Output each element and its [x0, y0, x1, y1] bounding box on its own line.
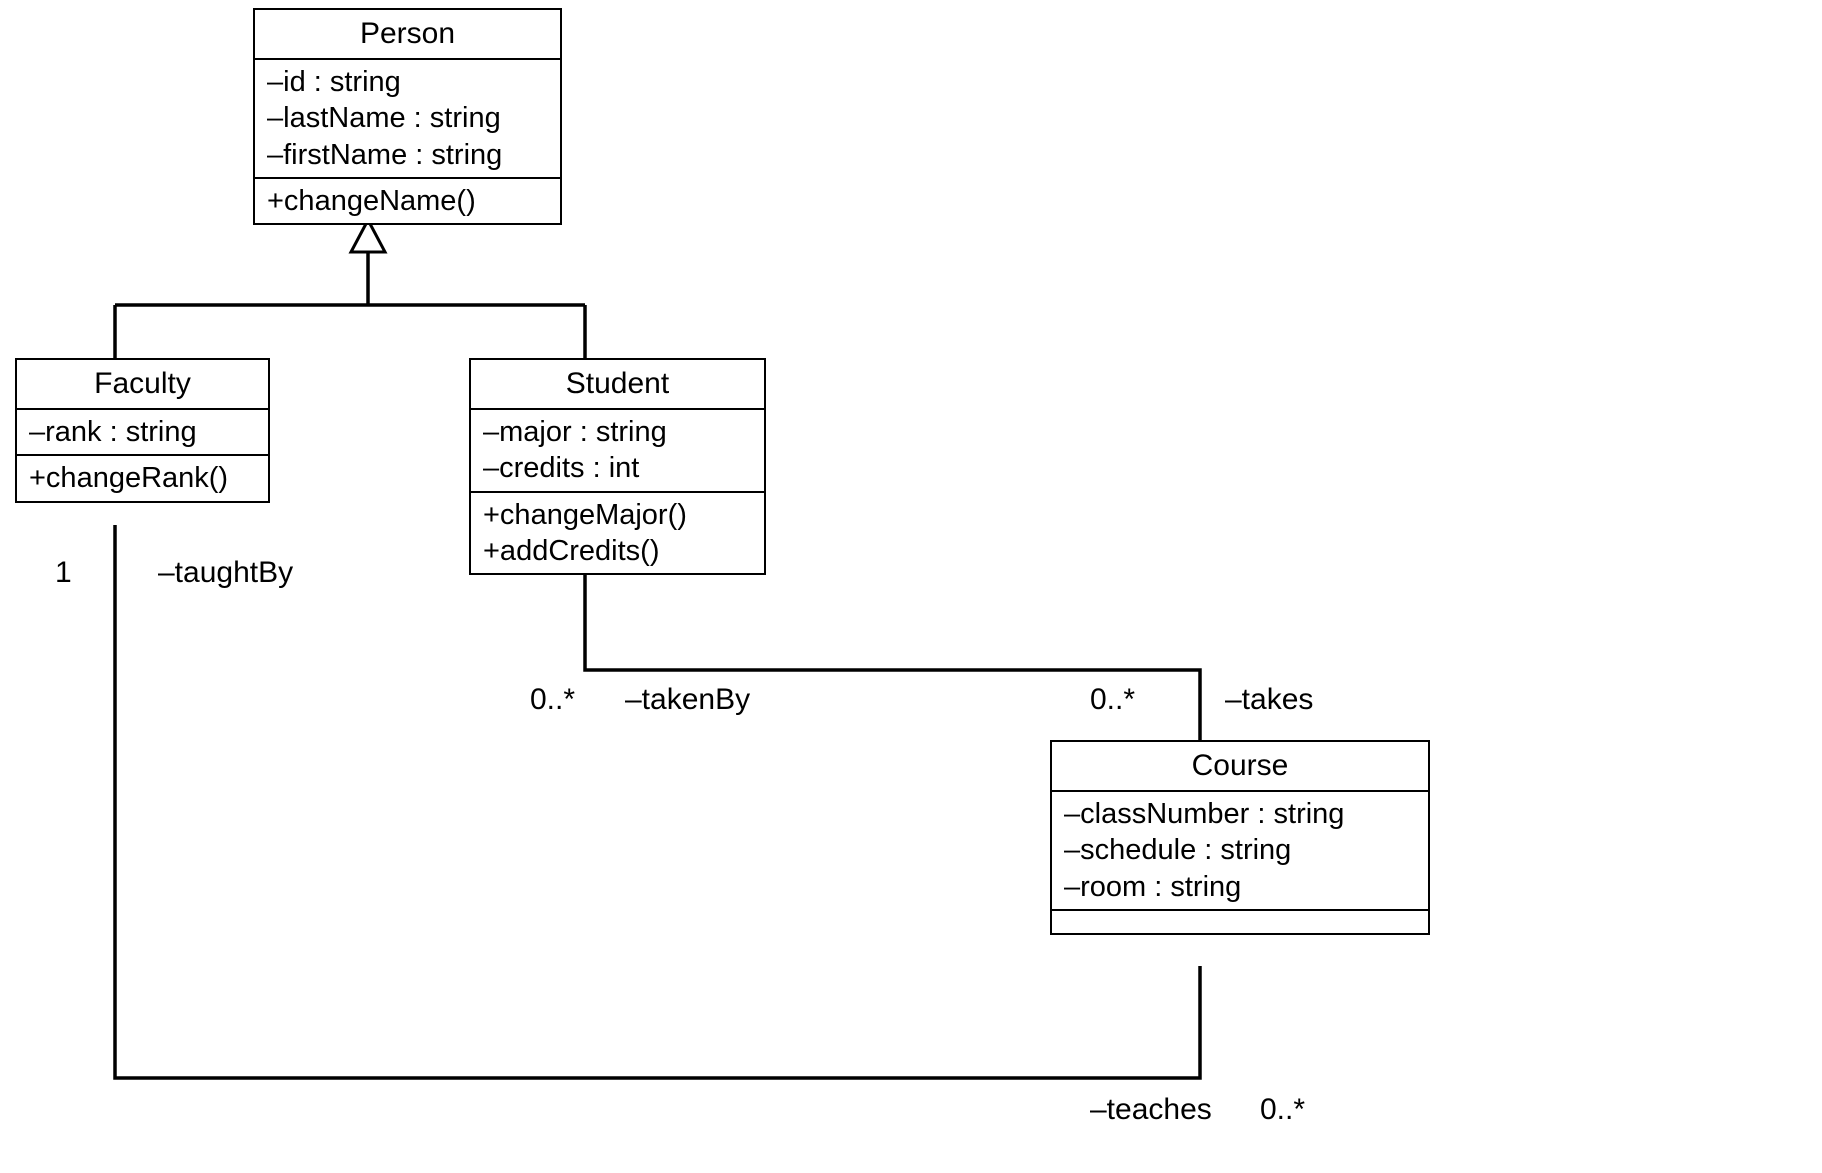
class-person-name: Person — [255, 10, 560, 60]
class-student-name: Student — [471, 360, 764, 410]
class-faculty: Faculty –rank : string +changeRank() — [15, 358, 270, 503]
attr-row: –id : string — [267, 64, 548, 100]
class-student-attrs: –major : string –credits : int — [471, 410, 764, 493]
class-course-attrs: –classNumber : string –schedule : string… — [1052, 792, 1428, 911]
op-row: +changeRank() — [29, 460, 256, 496]
class-faculty-ops: +changeRank() — [17, 456, 268, 500]
class-course: Course –classNumber : string –schedule :… — [1050, 740, 1430, 935]
attr-row: –firstName : string — [267, 137, 548, 173]
multiplicity-teaches: 0..* — [1260, 1095, 1305, 1125]
class-faculty-attrs: –rank : string — [17, 410, 268, 456]
class-student: Student –major : string –credits : int +… — [469, 358, 766, 575]
multiplicity-taughtby: 1 — [55, 558, 72, 588]
attr-row: –credits : int — [483, 450, 752, 486]
class-person: Person –id : string –lastName : string –… — [253, 8, 562, 225]
attr-row: –major : string — [483, 414, 752, 450]
attr-row: –schedule : string — [1064, 832, 1416, 868]
class-person-ops: +changeName() — [255, 179, 560, 223]
multiplicity-takenby: 0..* — [530, 685, 575, 715]
class-course-ops — [1052, 911, 1428, 933]
attr-row: –classNumber : string — [1064, 796, 1416, 832]
role-takes: –takes — [1225, 685, 1313, 715]
class-course-name: Course — [1052, 742, 1428, 792]
role-takenby: –takenBy — [625, 685, 750, 715]
role-teaches: –teaches — [1090, 1095, 1212, 1125]
class-faculty-name: Faculty — [17, 360, 268, 410]
op-row: +changeName() — [267, 183, 548, 219]
op-row: +changeMajor() — [483, 497, 752, 533]
class-person-attrs: –id : string –lastName : string –firstNa… — [255, 60, 560, 179]
class-student-ops: +changeMajor() +addCredits() — [471, 493, 764, 574]
attr-row: –room : string — [1064, 869, 1416, 905]
multiplicity-takes: 0..* — [1090, 685, 1135, 715]
op-row: +addCredits() — [483, 533, 752, 569]
attr-row: –rank : string — [29, 414, 256, 450]
attr-row: –lastName : string — [267, 100, 548, 136]
role-taughtby: –taughtBy — [158, 558, 293, 588]
